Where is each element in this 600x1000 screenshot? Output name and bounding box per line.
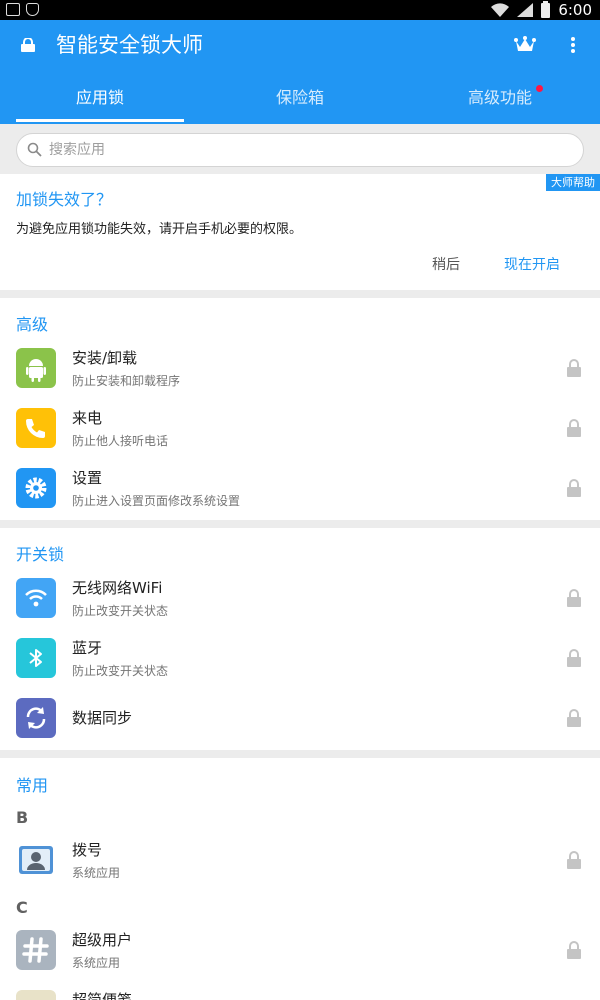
item-title: 数据同步 <box>72 709 133 727</box>
app-bar: 智能安全锁大师 应用锁 保险箱 高级功能 <box>0 20 600 124</box>
tab-label: 保险箱 <box>275 88 324 107</box>
permission-warning-card: 大师帮助 加锁失效了？ 为避免应用锁功能失效，请开启手机必要的权限。 稍后 现在… <box>0 174 600 290</box>
phone-icon <box>16 408 56 448</box>
lock-icon[interactable] <box>566 708 582 728</box>
search-box[interactable] <box>16 133 584 167</box>
notes-app-icon <box>16 990 56 1000</box>
tab-bar: 应用锁 保险箱 高级功能 <box>0 76 600 124</box>
item-subtitle: 防止他人接听电话 <box>72 434 169 448</box>
wifi-icon <box>16 578 56 618</box>
item-title: 拨号 <box>72 841 103 859</box>
status-time: 6:00 <box>558 1 592 19</box>
bluetooth-icon <box>16 638 56 678</box>
image-notification-icon <box>6 3 20 16</box>
item-title: 超简便笺 <box>72 991 133 1000</box>
item-subtitle: 系统应用 <box>72 956 121 970</box>
wifi-signal-icon <box>491 3 510 17</box>
warning-title: 加锁失效了？ <box>16 190 113 209</box>
lock-icon[interactable] <box>566 358 582 378</box>
section-title: 高级 <box>16 315 49 334</box>
lock-icon[interactable] <box>566 418 582 438</box>
list-item-settings[interactable]: 设置 防止进入设置页面修改系统设置 <box>0 458 600 518</box>
list-item-superuser[interactable]: 超级用户 系统应用 <box>0 920 600 980</box>
help-badge[interactable]: 大师帮助 <box>546 174 600 191</box>
lock-icon[interactable] <box>566 850 582 870</box>
tab-label: 应用锁 <box>75 88 124 107</box>
warning-text: 为避免应用锁功能失效，请开启手机必要的权限。 <box>16 222 303 237</box>
lock-icon[interactable] <box>566 478 582 498</box>
later-button[interactable]: 稍后 <box>432 254 460 274</box>
search-input[interactable] <box>49 138 569 162</box>
tab-app-lock[interactable]: 应用锁 <box>0 76 200 124</box>
contacts-app-icon <box>16 840 56 880</box>
switch-lock-section: 开关锁 无线网络WiFi 防止改变开关状态 蓝牙 防止改变开关状态 数据同步 <box>0 528 600 750</box>
list-item-bluetooth[interactable]: 蓝牙 防止改变开关状态 <box>0 628 600 688</box>
sync-icon <box>16 698 56 738</box>
section-title: 常用 <box>16 776 49 795</box>
status-bar: 6:00 <box>0 0 600 20</box>
enable-now-button[interactable]: 现在开启 <box>504 254 560 274</box>
app-lock-icon <box>21 38 35 52</box>
tab-safe-box[interactable]: 保险箱 <box>200 76 400 124</box>
advanced-section: 高级 安装/卸载 防止安装和卸载程序 来电 防止他人接听电话 设置 防止进入设置… <box>0 298 600 520</box>
item-subtitle: 防止安装和卸载程序 <box>72 374 181 388</box>
item-title: 超级用户 <box>72 931 133 949</box>
search-area <box>0 124 600 174</box>
app-title: 智能安全锁大师 <box>56 33 203 57</box>
item-subtitle: 防止改变开关状态 <box>72 664 169 678</box>
shield-notification-icon <box>26 3 39 16</box>
item-subtitle: 防止进入设置页面修改系统设置 <box>72 494 241 508</box>
common-section: 常用 B 拨号 系统应用 C 超级用户 系统应用 超简便笺 <box>0 758 600 1000</box>
list-item-incoming-call[interactable]: 来电 防止他人接听电话 <box>0 398 600 458</box>
item-title: 来电 <box>72 409 103 427</box>
item-title: 设置 <box>72 469 103 487</box>
list-item-dialer[interactable]: 拨号 系统应用 <box>0 830 600 890</box>
battery-icon <box>541 0 551 18</box>
item-title: 安装/卸载 <box>72 349 138 367</box>
list-item-wifi[interactable]: 无线网络WiFi 防止改变开关状态 <box>0 568 600 628</box>
more-options-icon[interactable] <box>566 34 580 56</box>
list-item-notes[interactable]: 超简便笺 <box>0 980 600 1000</box>
crown-icon[interactable] <box>514 36 536 54</box>
lock-icon[interactable] <box>566 940 582 960</box>
superuser-app-icon <box>16 930 56 970</box>
index-letter: B <box>16 808 29 827</box>
item-title: 无线网络WiFi <box>72 579 163 597</box>
index-letter: C <box>16 898 28 917</box>
lock-icon[interactable] <box>566 588 582 608</box>
list-item-install-uninstall[interactable]: 安装/卸载 防止安装和卸载程序 <box>0 338 600 398</box>
notification-dot <box>536 85 543 92</box>
android-icon <box>16 348 56 388</box>
list-item-data-sync[interactable]: 数据同步 <box>0 688 600 748</box>
cell-signal-icon <box>517 3 534 17</box>
search-icon <box>27 142 42 157</box>
tab-label: 高级功能 <box>467 88 532 107</box>
lock-icon[interactable] <box>566 648 582 668</box>
item-subtitle: 防止改变开关状态 <box>72 604 169 618</box>
section-title: 开关锁 <box>16 545 65 564</box>
gear-icon <box>16 468 56 508</box>
item-title: 蓝牙 <box>72 639 103 657</box>
tab-advanced-features[interactable]: 高级功能 <box>400 76 600 124</box>
item-subtitle: 系统应用 <box>72 866 121 880</box>
